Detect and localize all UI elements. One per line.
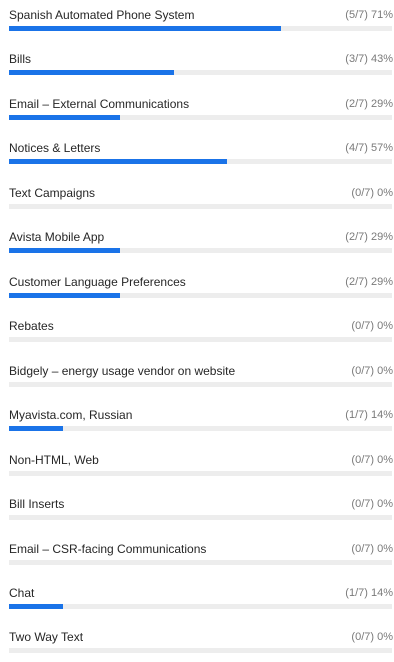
result-bar-track [9, 159, 392, 164]
result-stat: (1/7) 14% [345, 409, 393, 421]
result-bar-track [9, 648, 392, 653]
result-bar-track [9, 337, 392, 342]
result-bar-fill [9, 26, 281, 31]
result-row: Rebates (0/7) 0% [9, 319, 393, 351]
result-stat: (0/7) 0% [351, 631, 393, 643]
result-bar-track [9, 293, 392, 298]
result-row: Two Way Text (0/7) 0% [9, 630, 393, 662]
results-list: Spanish Automated Phone System (5/7) 71%… [0, 0, 394, 653]
result-bar-track [9, 204, 392, 209]
result-row: Customer Language Preferences (2/7) 29% [9, 275, 393, 307]
result-label: Bill Inserts [9, 497, 65, 511]
result-bar-fill [9, 70, 174, 75]
result-stat: (0/7) 0% [351, 498, 393, 510]
result-label: Email – CSR-facing Communications [9, 542, 207, 556]
result-stat: (3/7) 43% [345, 53, 393, 65]
result-label: Two Way Text [9, 630, 84, 644]
result-stat: (0/7) 0% [351, 543, 393, 555]
result-row: Bidgely – energy usage vendor on website… [9, 364, 393, 396]
result-label: Chat [9, 586, 35, 600]
result-label: Email – External Communications [9, 97, 190, 111]
result-stat: (0/7) 0% [351, 320, 393, 332]
result-row: Non-HTML, Web (0/7) 0% [9, 453, 393, 485]
result-stat: (2/7) 29% [345, 98, 393, 110]
result-row: Bill Inserts (0/7) 0% [9, 497, 393, 529]
result-bar-fill [9, 248, 121, 253]
result-stat: (4/7) 57% [345, 142, 393, 154]
result-label: Customer Language Preferences [9, 275, 186, 289]
result-row: Text Campaigns (0/7) 0% [9, 186, 393, 218]
result-bar-track [9, 26, 392, 31]
result-row: Bills (3/7) 43% [9, 52, 393, 84]
result-row: Notices & Letters (4/7) 57% [9, 141, 393, 173]
result-stat: (2/7) 29% [345, 276, 393, 288]
result-bar-track [9, 382, 392, 387]
result-label: Bills [9, 52, 32, 66]
result-row: Chat (1/7) 14% [9, 586, 393, 618]
result-label: Spanish Automated Phone System [9, 8, 195, 22]
result-label: Notices & Letters [9, 141, 101, 155]
result-bar-fill [9, 293, 121, 298]
result-label: Myavista.com, Russian [9, 408, 133, 422]
result-bar-track [9, 70, 392, 75]
result-stat: (1/7) 14% [345, 587, 393, 599]
result-row: Email – External Communications (2/7) 29… [9, 97, 393, 129]
result-bar-fill [9, 604, 63, 609]
result-bar-track [9, 115, 392, 120]
result-bar-track [9, 560, 392, 565]
result-stat: (0/7) 0% [351, 365, 393, 377]
result-bar-fill [9, 426, 63, 431]
result-label: Text Campaigns [9, 186, 96, 200]
result-row: Email – CSR-facing Communications (0/7) … [9, 542, 393, 574]
result-bar-track [9, 471, 392, 476]
result-stat: (0/7) 0% [351, 187, 393, 199]
result-stat: (2/7) 29% [345, 231, 393, 243]
result-bar-track [9, 515, 392, 520]
result-bar-track [9, 248, 392, 253]
result-bar-fill [9, 159, 228, 164]
result-bar-track [9, 604, 392, 609]
result-label: Rebates [9, 319, 54, 333]
result-row: Spanish Automated Phone System (5/7) 71% [9, 8, 393, 40]
result-bar-track [9, 426, 392, 431]
result-row: Avista Mobile App (2/7) 29% [9, 230, 393, 262]
result-label: Bidgely – energy usage vendor on website [9, 364, 236, 378]
result-label: Non-HTML, Web [9, 453, 99, 467]
result-row: Myavista.com, Russian (1/7) 14% [9, 408, 393, 440]
result-bar-fill [9, 115, 121, 120]
result-stat: (5/7) 71% [345, 9, 393, 21]
result-label: Avista Mobile App [9, 230, 105, 244]
result-stat: (0/7) 0% [351, 454, 393, 466]
